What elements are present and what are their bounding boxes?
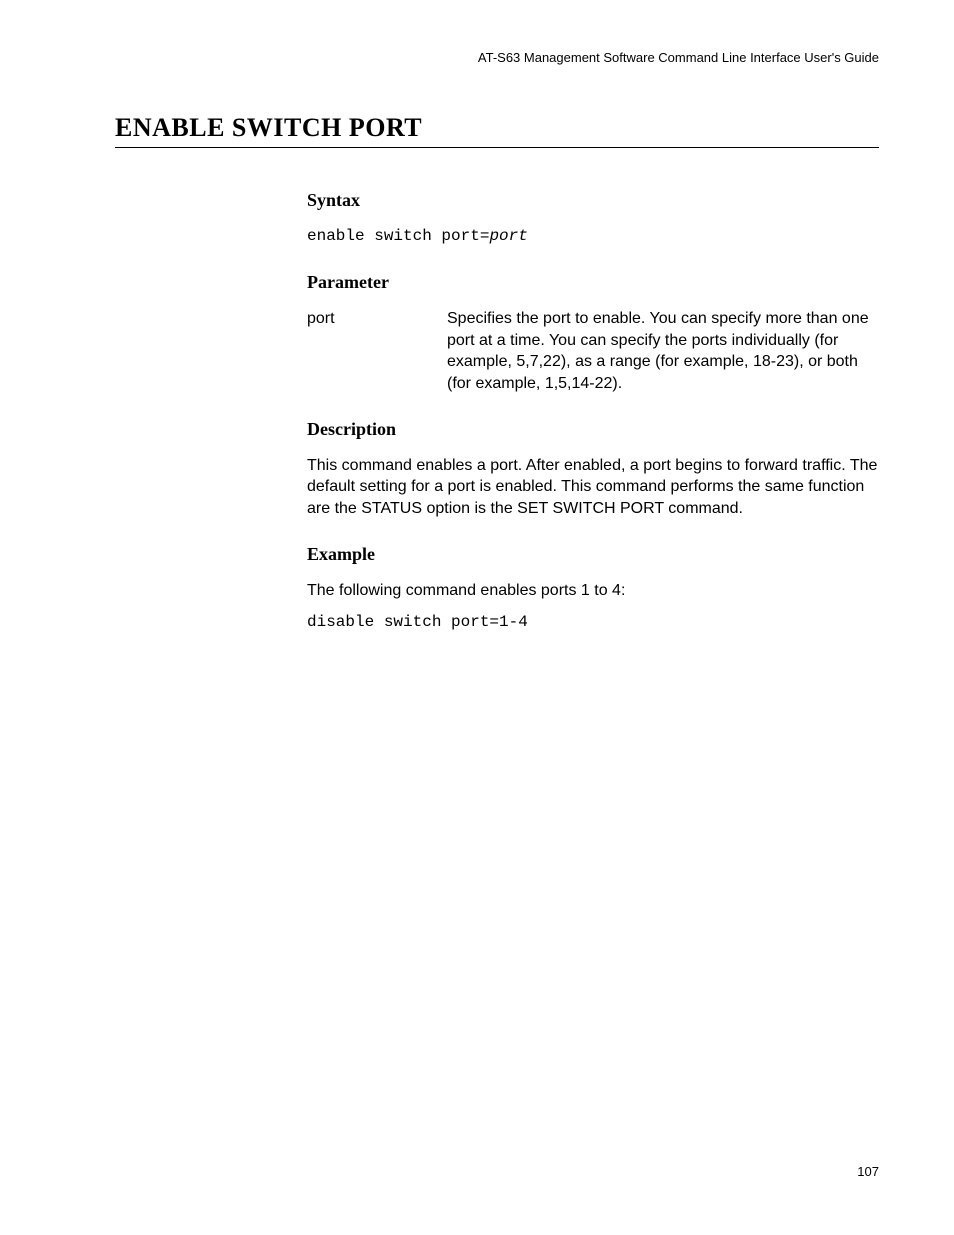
syntax-command-arg: port — [489, 227, 527, 245]
content-area: Syntax enable switch port=port Parameter… — [307, 188, 879, 633]
document-page: AT-S63 Management Software Command Line … — [0, 0, 954, 1235]
running-header: AT-S63 Management Software Command Line … — [115, 50, 879, 65]
parameter-description: Specifies the port to enable. You can sp… — [447, 308, 879, 394]
description-text: This command enables a port. After enabl… — [307, 455, 879, 520]
example-intro: The following command enables ports 1 to… — [307, 580, 879, 602]
syntax-command-prefix: enable switch port= — [307, 227, 489, 245]
page-number: 107 — [857, 1164, 879, 1179]
parameter-heading: Parameter — [307, 270, 879, 294]
description-heading: Description — [307, 417, 879, 441]
syntax-command: enable switch port=port — [307, 226, 879, 248]
syntax-heading: Syntax — [307, 188, 879, 212]
example-command: disable switch port=1-4 — [307, 612, 879, 634]
example-heading: Example — [307, 542, 879, 566]
parameter-row: port Specifies the port to enable. You c… — [307, 308, 879, 394]
parameter-name: port — [307, 308, 447, 330]
page-title: ENABLE SWITCH PORT — [115, 113, 879, 148]
